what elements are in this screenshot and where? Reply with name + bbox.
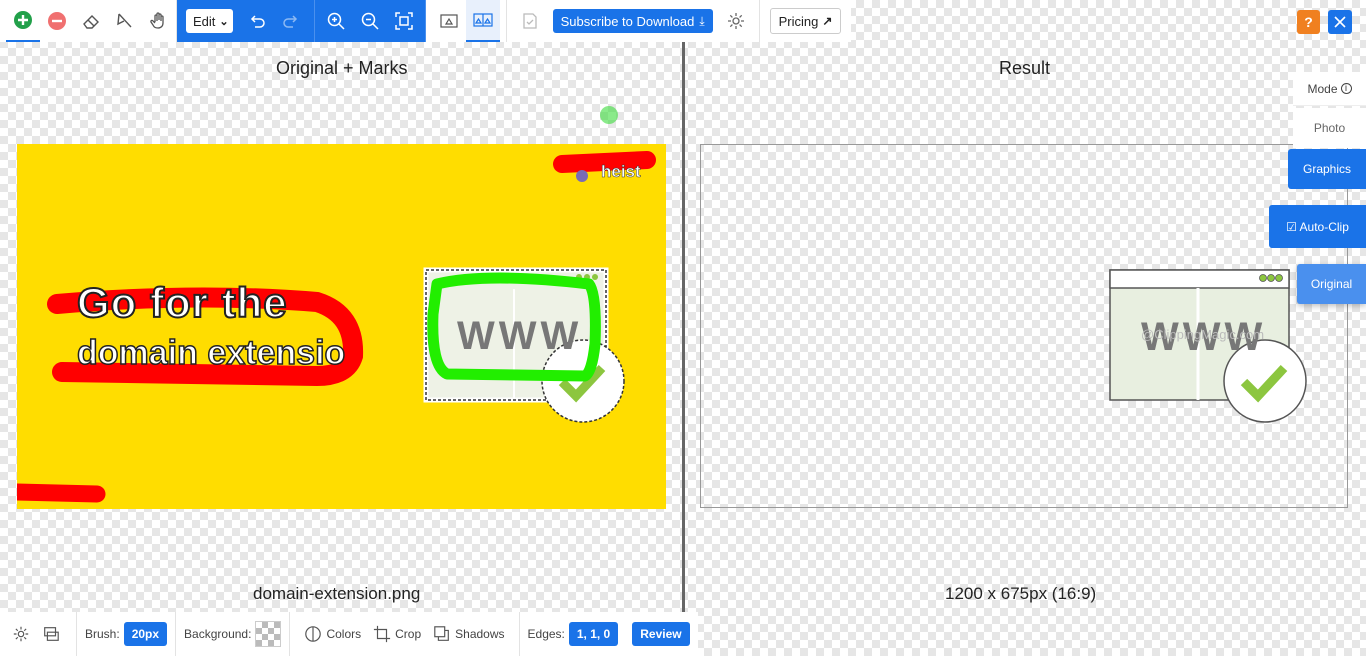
background-group: Background: — [176, 612, 291, 656]
external-link-icon: ↗ — [822, 14, 833, 28]
dual-view-button[interactable] — [465, 0, 500, 42]
result-dimensions: 1200 x 675px (16:9) — [945, 584, 1097, 603]
crop-button[interactable]: Crop — [373, 625, 421, 643]
gear-icon — [13, 626, 29, 642]
settings-button[interactable] — [12, 625, 34, 643]
edges-button[interactable]: 1, 1, 0 — [568, 622, 619, 646]
crop-icon — [374, 625, 391, 643]
pricing-label: Pricing — [778, 13, 819, 29]
original-panel-title: Original + Marks — [276, 58, 408, 78]
fit-screen-icon — [394, 12, 413, 30]
mode-graphics-tab[interactable]: Graphics — [1288, 149, 1366, 189]
edit-dropdown[interactable]: Edit ⌄ — [186, 9, 233, 33]
zoom-in-icon — [327, 12, 345, 30]
remove-brush-button[interactable] — [40, 0, 74, 42]
scalpel-icon — [117, 13, 132, 28]
zoom-out-icon — [361, 12, 379, 30]
layers-icon — [44, 627, 59, 641]
background-swatch[interactable] — [255, 621, 282, 647]
shadows-icon — [434, 626, 450, 641]
fit-to-screen-button[interactable] — [387, 0, 421, 42]
zoom-group — [314, 0, 426, 42]
minus-circle-icon — [48, 12, 66, 30]
image-www-text: WWW — [457, 314, 583, 358]
colors-button[interactable]: Colors — [304, 625, 361, 643]
edit-history-group: Edit ⌄ — [177, 0, 315, 42]
download-settings-button[interactable] — [719, 0, 753, 42]
zoom-in-button[interactable] — [319, 0, 353, 42]
hand-icon — [150, 12, 164, 29]
dual-view-icon — [473, 13, 493, 27]
single-view-icon — [440, 14, 458, 28]
colors-icon — [305, 626, 322, 642]
close-button[interactable] — [1328, 10, 1352, 34]
panel-divider[interactable] — [682, 42, 685, 656]
layers-button[interactable] — [42, 625, 64, 643]
eraser-button[interactable] — [74, 0, 108, 42]
undo-icon — [250, 15, 265, 28]
keep-brush-button[interactable] — [6, 0, 40, 42]
download-icon: ⤓ — [699, 13, 705, 28]
redo-icon — [282, 15, 297, 28]
edges-group: Edges: 1, 1, 0 Review — [520, 612, 698, 656]
single-view-button[interactable] — [432, 0, 466, 42]
background-label: Background: — [184, 627, 252, 641]
hand-pan-button[interactable] — [142, 0, 176, 42]
edit-dropdown-label: Edit — [193, 13, 216, 29]
review-button[interactable]: Review — [632, 622, 690, 646]
image-text-line2: domain extensio — [76, 333, 346, 373]
bottom-toolbar: Brush: 20px Background: Colors Crop Shad… — [0, 612, 698, 656]
subscribe-to-download-button[interactable]: Subscribe to Download ⤓ — [552, 9, 713, 33]
original-image-canvas[interactable]: Go for the domain extensio WWW heist — [17, 144, 666, 509]
edges-label: Edges: — [527, 627, 565, 641]
brush-label: Brush: — [85, 627, 120, 641]
mark-tools-group — [0, 0, 177, 42]
redo-button[interactable] — [274, 0, 308, 42]
brush-group: Brush: 20px — [77, 612, 177, 656]
brush-size-button[interactable]: 20px — [123, 622, 168, 646]
undo-button[interactable] — [240, 0, 274, 42]
shadows-button[interactable]: Shadows — [433, 625, 505, 643]
original-filename: domain-extension.png — [253, 584, 421, 603]
help-button[interactable]: ? — [1297, 10, 1320, 34]
auto-clip-toggle[interactable]: ☑ Auto-Clip — [1269, 205, 1366, 248]
bottom-settings-group — [0, 612, 77, 656]
image-corner-text: heist — [601, 162, 641, 182]
help-label: ? — [1304, 14, 1313, 30]
close-icon — [1334, 16, 1346, 28]
subscribe-label: Subscribe to Download — [560, 13, 695, 29]
download-group: Subscribe to Download ⤓ — [506, 0, 760, 42]
save-icon — [522, 13, 537, 29]
image-text-line1: Go for the — [76, 278, 288, 327]
view-toggle-group — [425, 0, 507, 42]
save-button[interactable] — [513, 0, 547, 42]
brush-cursor — [600, 106, 618, 124]
pricing-group: Pricing ↗ — [759, 0, 852, 42]
effects-group: Colors Crop Shadows — [290, 612, 520, 656]
mode-photo-tab[interactable]: Photo — [1293, 108, 1366, 148]
original-toggle[interactable]: Original — [1297, 264, 1366, 304]
mode-label: Mode i — [1293, 72, 1366, 106]
result-image-frame[interactable]: WWW @ClippingMagic.com — [700, 144, 1348, 508]
top-toolbar: Edit ⌄ Subscribe to Download ⤓ Pricing ↗ — [0, 0, 852, 42]
scalpel-button[interactable] — [108, 0, 142, 42]
pricing-button[interactable]: Pricing ↗ — [769, 8, 842, 34]
gear-icon — [727, 13, 744, 29]
result-watermark: @ClippingMagic.com — [1141, 327, 1265, 342]
zoom-out-button[interactable] — [353, 0, 387, 42]
plus-circle-icon — [14, 11, 32, 29]
chevron-down-icon: ⌄ — [219, 15, 229, 28]
result-panel-title: Result — [999, 58, 1051, 78]
eraser-icon — [83, 15, 99, 29]
info-icon: i — [1340, 83, 1352, 94]
